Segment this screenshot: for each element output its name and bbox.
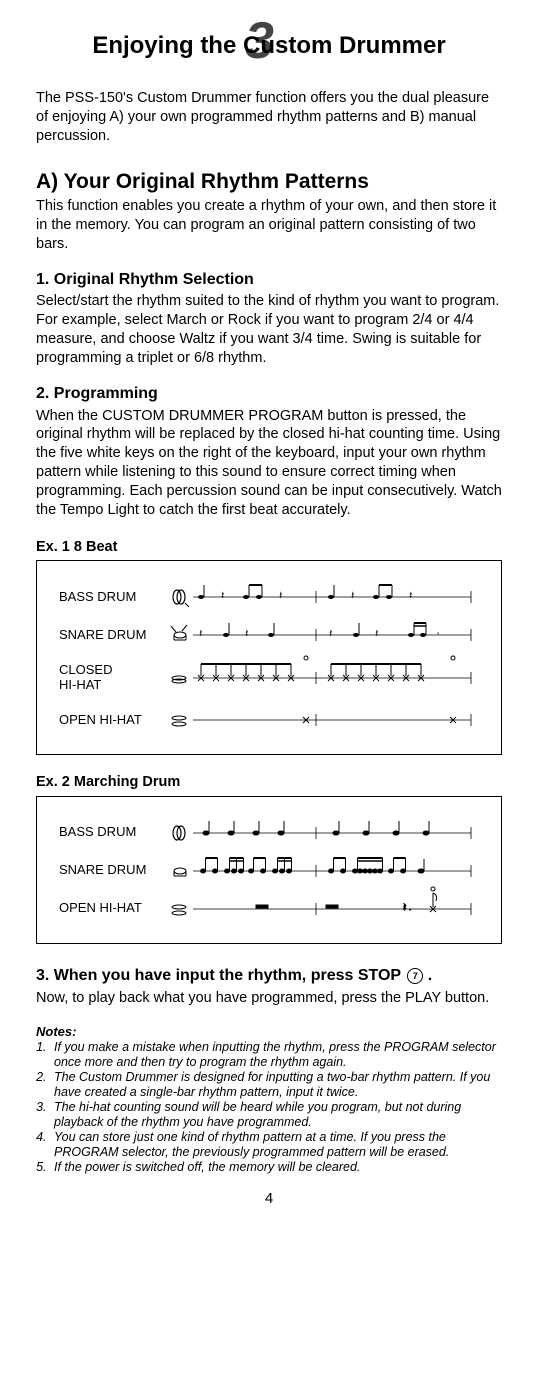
svg-text:𝄽: 𝄽	[221, 590, 224, 602]
list-item: If the power is switched off, the memory…	[50, 1160, 502, 1175]
sub3-body: Now, to play back what you have programm…	[36, 989, 502, 1008]
svg-text:𝄾: 𝄾	[437, 629, 440, 639]
example-2-label: Ex. 2 Marching Drum	[36, 773, 502, 792]
svg-text:𝄽: 𝄽	[329, 628, 332, 640]
music-row: BASS DRUM	[59, 823, 483, 843]
instrument-label: SNARE DRUM	[59, 862, 159, 879]
section-a-heading: A) Your Original Rhythm Patterns	[36, 168, 502, 195]
section-a-body: This function enables you create a rhyth…	[36, 197, 502, 254]
svg-text:𝄽: 𝄽	[403, 902, 406, 914]
chapter-title-text: Enjoying the Custom Drummer	[92, 32, 445, 59]
svg-text:𝄽: 𝄽	[245, 628, 248, 640]
list-item: If you make a mistake when inputting the…	[50, 1040, 502, 1070]
notes-heading: Notes:	[36, 1024, 502, 1041]
instrument-label: SNARE DRUM	[59, 627, 159, 644]
svg-text:𝄽: 𝄽	[279, 590, 282, 602]
snare-drum-notation-icon	[159, 861, 483, 881]
snare-drum-notation-icon: 𝄽 𝄽 𝄽 𝄽 𝄾	[159, 625, 483, 645]
svg-text:𝄽: 𝄽	[351, 590, 354, 602]
instrument-label: BASS DRUM	[59, 589, 159, 606]
music-row: SNARE DRUM	[59, 861, 483, 881]
sub3-heading: 3. When you have input the rhythm, press…	[36, 966, 502, 987]
list-item: The Custom Drummer is designed for input…	[50, 1070, 502, 1100]
instrument-label: BASS DRUM	[59, 824, 159, 841]
sub2-body: When the CUSTOM DRUMMER PROGRAM button i…	[36, 407, 502, 520]
sub1-body: Select/start the rhythm suited to the ki…	[36, 292, 502, 367]
svg-text:𝄽: 𝄽	[409, 590, 412, 602]
music-row: SNARE DRUM 𝄽 𝄽 𝄽 𝄽	[59, 625, 483, 645]
stop-number-icon: 7	[407, 968, 423, 984]
chapter-title: 3 Enjoying the Custom Drummer	[36, 30, 502, 61]
music-row: CLOSEDHI-HAT	[59, 663, 483, 692]
example-1-label: Ex. 1 8 Beat	[36, 538, 502, 557]
svg-text:𝄽: 𝄽	[199, 628, 202, 640]
list-item: The hi-hat counting sound will be heard …	[50, 1100, 502, 1130]
page-number: 4	[36, 1189, 502, 1209]
example-1-box: BASS DRUM 𝄽 𝄽 𝄽	[36, 560, 502, 755]
music-row: OPEN HI-HAT 𝄽 .	[59, 899, 483, 919]
instrument-label: CLOSEDHI-HAT	[59, 663, 159, 692]
bass-drum-notation-icon: 𝄽 𝄽 𝄽 𝄽	[159, 587, 483, 607]
closed-hihat-notation-icon	[159, 668, 483, 688]
notes-list: If you make a mistake when inputting the…	[36, 1040, 502, 1175]
list-item: You can store just one kind of rhythm pa…	[50, 1130, 502, 1160]
sub1-heading: 1. Original Rhythm Selection	[36, 270, 502, 291]
sub2-heading: 2. Programming	[36, 384, 502, 405]
svg-text:.: .	[409, 903, 411, 912]
open-hihat-notation-icon	[159, 710, 483, 730]
music-row: BASS DRUM 𝄽 𝄽 𝄽	[59, 587, 483, 607]
instrument-label: OPEN HI-HAT	[59, 900, 159, 917]
instrument-label: OPEN HI-HAT	[59, 712, 159, 729]
open-hihat-notation-icon: 𝄽 .	[159, 899, 483, 919]
example-2-box: BASS DRUM SNA	[36, 796, 502, 944]
music-row: OPEN HI-HAT	[59, 710, 483, 730]
intro-paragraph: The PSS-150's Custom Drummer function of…	[36, 89, 502, 146]
svg-text:𝄽: 𝄽	[375, 628, 378, 640]
bass-drum-notation-icon	[159, 823, 483, 843]
